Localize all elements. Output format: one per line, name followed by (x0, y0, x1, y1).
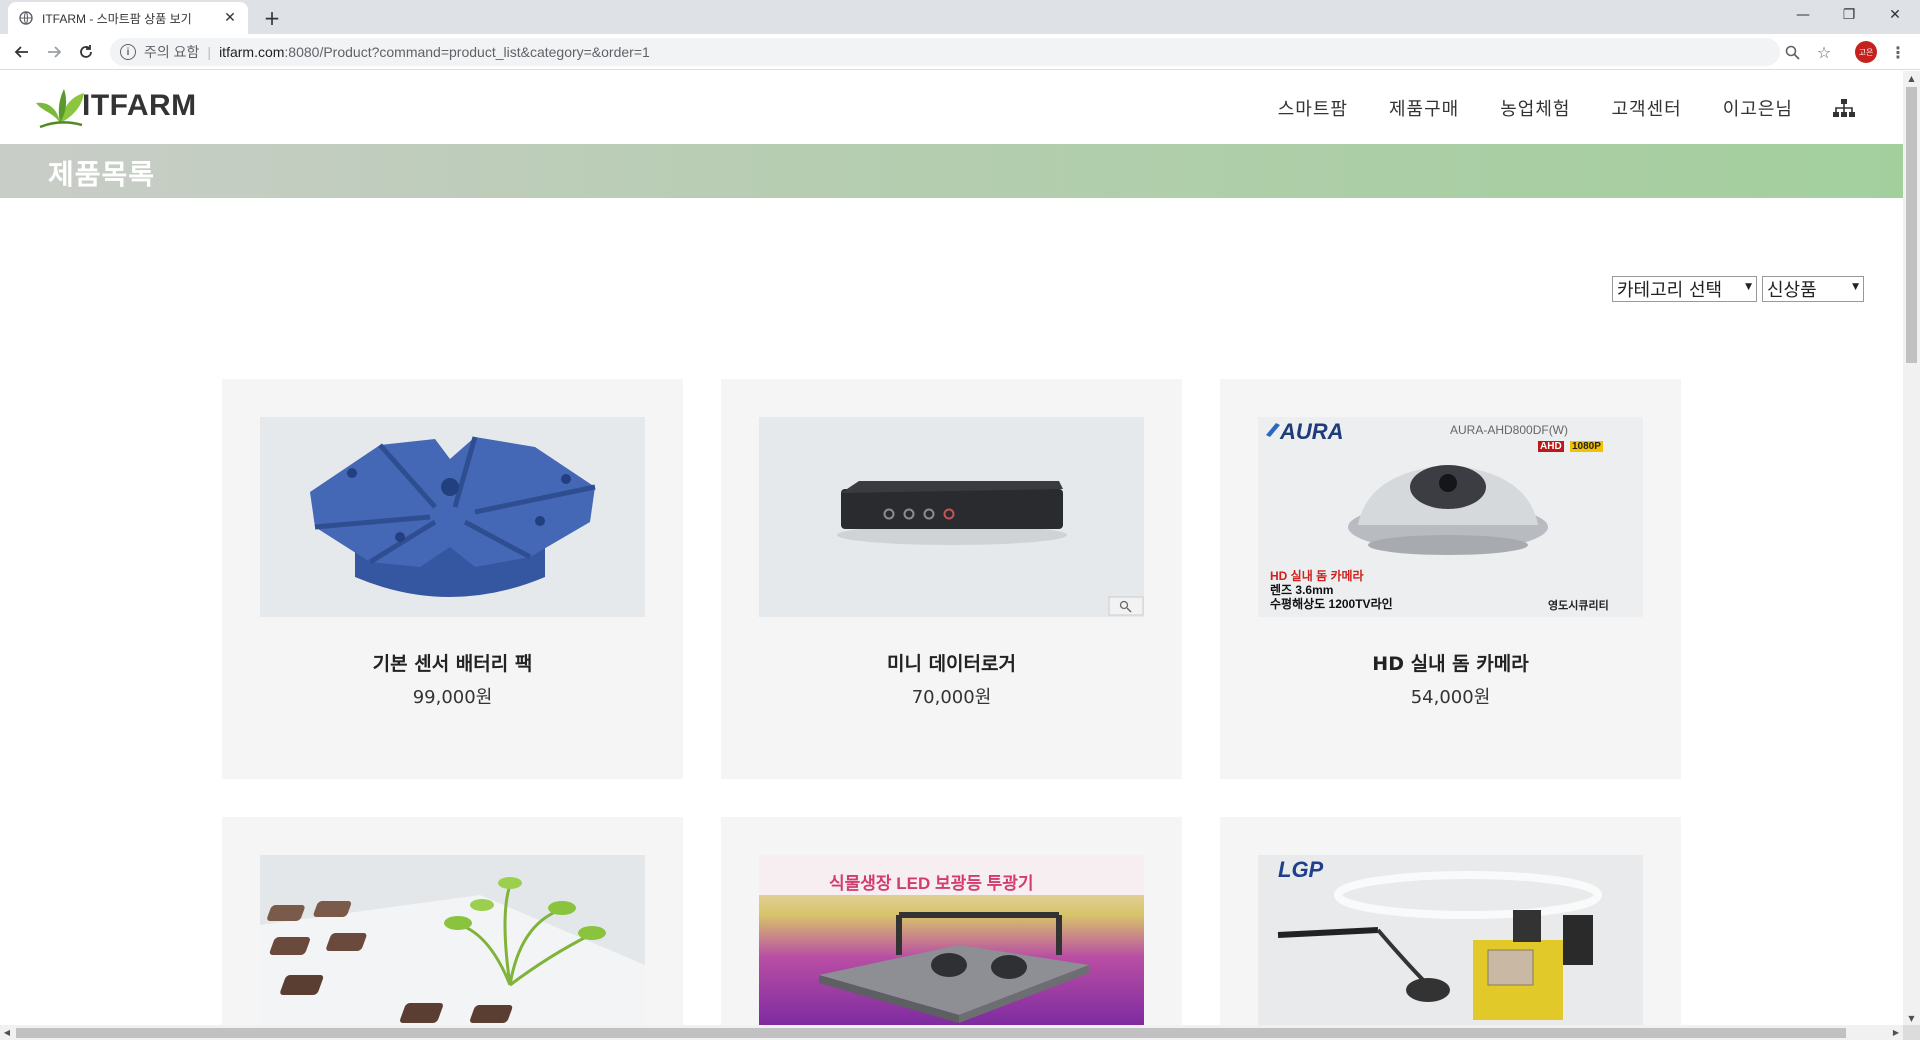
chevron-down-icon: ▼ (1745, 282, 1752, 292)
browser-tab[interactable]: ITFARM - 스마트팜 상품 보기 ✕ (8, 2, 248, 34)
camera-brand-text: AURA (1280, 419, 1344, 444)
product-name[interactable]: HD 실내 돔 카메라 (1220, 649, 1681, 676)
site-header: ITFARM 스마트팜 제품구매 농업체험 고객센터 이고은님 (0, 71, 1903, 144)
nav-user-name[interactable]: 이고은님 (1723, 95, 1793, 121)
tab-title: ITFARM - 스마트팜 상품 보기 (42, 11, 192, 26)
url-path: :8080/Product?command=product_list&categ… (284, 44, 650, 60)
scroll-left-icon[interactable]: ◀ (0, 1025, 14, 1040)
globe-icon (18, 10, 34, 26)
browser-tab-strip: ITFARM - 스마트팜 상품 보기 ✕ + — ❐ ✕ (0, 0, 1920, 34)
scrollbar-corner (1903, 1025, 1920, 1040)
category-select-value: 카테고리 선택 (1617, 280, 1723, 301)
product-price: 70,000원 (911, 687, 992, 708)
zoom-icon[interactable] (1780, 38, 1804, 66)
browser-toolbar: i 주의 요함 | itfarm.com:8080/Product?comman… (0, 34, 1920, 70)
camera-caption-3: 수평해상도 1200TV라인 (1270, 597, 1393, 611)
product-card[interactable]: AURA AURA-AHD800DF(W) AHD 1080P HD 실내 돔 … (1220, 379, 1681, 779)
product-name[interactable]: 미니 데이터로거 (721, 649, 1182, 676)
main-nav: 스마트팜 제품구매 농업체험 고객센터 이고은님 (1237, 71, 1855, 144)
site-logo[interactable]: ITFARM (34, 81, 197, 131)
pump-brand-text: LGP (1278, 857, 1324, 882)
leaf-logo-icon (36, 89, 84, 129)
product-image-led-floodlight[interactable]: 식물생장 LED 보광등 투광기 (759, 855, 1144, 1025)
product-image-dome-camera[interactable]: AURA AURA-AHD800DF(W) AHD 1080P HD 실내 돔 … (1258, 417, 1643, 617)
avatar[interactable]: 고은 (1855, 41, 1877, 63)
restore-icon[interactable]: ❐ (1826, 0, 1872, 30)
sitemap-icon[interactable] (1833, 98, 1855, 118)
product-card[interactable]: 미니 데이터로거 70,000원 (721, 379, 1182, 779)
horizontal-scrollbar[interactable]: ◀ ▶ (0, 1025, 1903, 1040)
page-title: 제품목록 (48, 158, 156, 191)
new-tab-button[interactable]: + (258, 4, 286, 32)
order-select[interactable]: 신상품 ▼ (1762, 276, 1864, 302)
page-title-banner: 제품목록 (0, 144, 1903, 198)
minimize-icon[interactable]: — (1780, 0, 1826, 30)
vertical-scroll-thumb[interactable] (1906, 87, 1917, 363)
address-bar[interactable]: i 주의 요함 | itfarm.com:8080/Product?comman… (110, 38, 1780, 66)
category-select[interactable]: 카테고리 선택 ▼ (1612, 276, 1757, 302)
product-image-metering-pump[interactable]: LGP (1258, 855, 1643, 1025)
scroll-up-icon[interactable]: ▲ (1903, 71, 1920, 85)
led-title-text: 식물생장 LED 보광등 투광기 (829, 874, 1034, 893)
back-icon[interactable] (8, 38, 36, 66)
product-image-mini-datalogger[interactable] (759, 417, 1144, 617)
star-icon[interactable]: ☆ (1812, 38, 1836, 66)
chevron-down-icon: ▼ (1852, 282, 1859, 292)
horizontal-scroll-thumb[interactable] (16, 1028, 1846, 1038)
scroll-down-icon[interactable]: ▼ (1903, 1011, 1920, 1025)
info-icon[interactable]: i (120, 44, 136, 60)
reload-icon[interactable] (72, 38, 100, 66)
scroll-right-icon[interactable]: ▶ (1889, 1025, 1903, 1040)
nav-farm-experience[interactable]: 농업체험 (1500, 95, 1570, 121)
product-price: 99,000원 (412, 687, 493, 708)
product-price: 54,000원 (1410, 687, 1491, 708)
url-host: itfarm.com (219, 44, 285, 60)
omnibox-separator: | (207, 44, 212, 60)
nav-smartfarm[interactable]: 스마트팜 (1278, 95, 1348, 121)
camera-vendor-text: 영도시큐리티 (1548, 600, 1609, 612)
camera-badge-ahd: AHD (1538, 441, 1564, 452)
camera-model-text: AURA-AHD800DF(W) (1450, 423, 1569, 437)
product-image-seedling-tray[interactable] (260, 855, 645, 1025)
nav-product-purchase[interactable]: 제품구매 (1389, 95, 1459, 121)
product-card[interactable]: 기본 센서 배터리 팩 99,000원 (222, 379, 683, 779)
window-close-icon[interactable]: ✕ (1872, 0, 1918, 30)
logo-text: ITFARM (82, 89, 197, 122)
product-image-battery-pack[interactable] (260, 417, 645, 617)
vertical-scrollbar[interactable]: ▲ ▼ (1903, 71, 1920, 1025)
product-card[interactable]: 식물생장 LED 보광등 투광기 (721, 817, 1182, 1025)
camera-badge-1080p: 1080P (1570, 441, 1603, 452)
order-select-value: 신상품 (1767, 280, 1817, 301)
menu-icon[interactable]: ⋮ (1888, 40, 1908, 64)
forward-icon[interactable] (40, 38, 68, 66)
product-card[interactable] (222, 817, 683, 1025)
product-card[interactable]: LGP (1220, 817, 1681, 1025)
close-icon[interactable]: ✕ (222, 10, 238, 26)
security-label: 주의 요함 (144, 44, 200, 60)
nav-customer-center[interactable]: 고객센터 (1612, 95, 1682, 121)
product-name[interactable]: 기본 센서 배터리 팩 (222, 649, 683, 676)
